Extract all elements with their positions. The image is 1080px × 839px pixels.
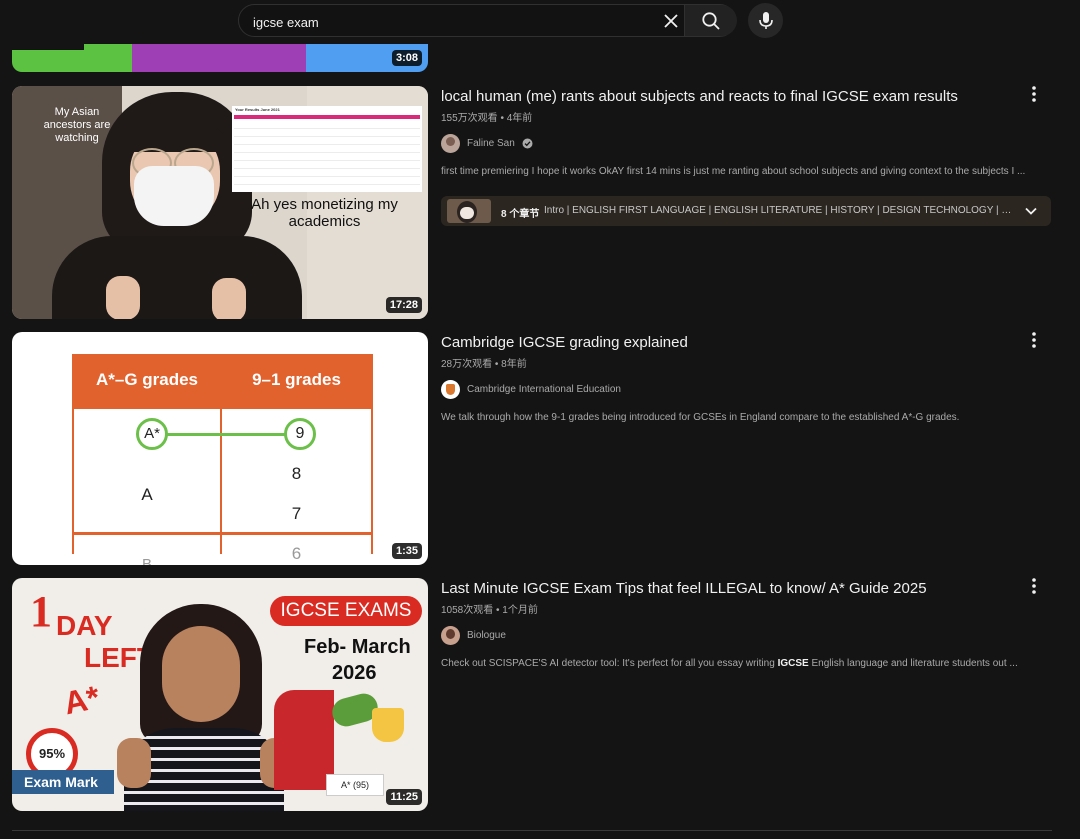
grade-9: 9 bbox=[284, 418, 316, 450]
grade-6: 6 bbox=[291, 544, 302, 563]
video-meta: 28万次观看 • 8年前 bbox=[441, 359, 527, 370]
thumb-caption: My Asian ancestors are watching bbox=[43, 106, 111, 144]
video-title[interactable]: local human (me) rants about subjects an… bbox=[441, 88, 958, 105]
search-box[interactable] bbox=[238, 4, 737, 37]
channel-row[interactable]: Biologue bbox=[441, 625, 506, 645]
video-thumbnail[interactable]: A*–G grades 9–1 grades A* 9 A 8 7 6 B 1:… bbox=[12, 332, 428, 565]
chapters-bar[interactable]: 8 个章节 Intro | ENGLISH FIRST LANGUAGE | E… bbox=[441, 196, 1051, 226]
voice-search-button[interactable] bbox=[748, 3, 783, 38]
thumb-caption: Ah yes monetizing my academics bbox=[251, 196, 398, 230]
video-duration: 11:25 bbox=[386, 789, 422, 805]
video-meta: 155万次观看 • 4年前 bbox=[441, 113, 533, 124]
chapter-count: 8 个章节 bbox=[501, 209, 540, 220]
video-duration: 17:28 bbox=[385, 297, 422, 313]
exam-mark-label: Exam Mark bbox=[12, 770, 114, 794]
search-input[interactable] bbox=[251, 11, 655, 33]
channel-row[interactable]: Cambridge International Education bbox=[441, 379, 621, 399]
thumb-a-star: A* bbox=[60, 678, 103, 722]
search-button[interactable] bbox=[684, 5, 737, 36]
chevron-down-icon[interactable] bbox=[1023, 203, 1039, 219]
channel-row[interactable]: Faline San bbox=[441, 133, 533, 153]
avatar[interactable] bbox=[441, 379, 460, 399]
grade-7: 7 bbox=[291, 504, 302, 523]
more-vert-icon[interactable] bbox=[1026, 576, 1042, 596]
column-header: 9–1 grades bbox=[252, 370, 341, 389]
divider bbox=[12, 830, 1052, 831]
flask-illustration bbox=[372, 708, 404, 742]
video-description: first time premiering I hope it works Ok… bbox=[441, 166, 1026, 177]
person-face bbox=[162, 626, 240, 722]
more-vert-icon[interactable] bbox=[1026, 330, 1042, 350]
banner-label: IGCSE EXAMS bbox=[270, 596, 422, 626]
results-sheet: Your Results June 2021 bbox=[232, 106, 422, 192]
grade-a-star: A* bbox=[136, 418, 168, 450]
chapter-thumbnail bbox=[447, 199, 491, 223]
grades-table: A*–G grades 9–1 grades A* 9 A 8 7 6 B bbox=[72, 354, 373, 565]
grade-card: A* (95) bbox=[326, 774, 384, 796]
video-title[interactable]: Cambridge IGCSE grading explained bbox=[441, 334, 688, 351]
video-thumbnail[interactable]: 1 DAY LEFT A* 95% Exam Mark IGCSE EXAMS … bbox=[12, 578, 428, 811]
avatar[interactable] bbox=[441, 625, 460, 645]
video-description: Check out SCISPACE'S AI detector tool: I… bbox=[441, 658, 1018, 669]
thumb-text-one: 1 bbox=[30, 587, 52, 636]
grade-b: B bbox=[141, 556, 152, 565]
chapter-list: Intro | ENGLISH FIRST LANGUAGE | ENGLISH… bbox=[544, 205, 1014, 216]
thumbs-up-hand bbox=[117, 738, 151, 788]
grade-a: A bbox=[141, 485, 153, 504]
close-icon bbox=[664, 14, 678, 28]
thumb-color-block bbox=[132, 44, 306, 72]
avatar[interactable] bbox=[441, 133, 460, 153]
description-highlight: IGCSE bbox=[777, 658, 809, 669]
clear-search-button[interactable] bbox=[661, 11, 681, 31]
face-mask bbox=[134, 166, 214, 226]
channel-name[interactable]: Cambridge International Education bbox=[467, 384, 621, 395]
video-thumbnail[interactable]: My Asian ancestors are watching Your Res… bbox=[12, 86, 428, 319]
thumb-text-day: DAY bbox=[56, 610, 113, 641]
mic-icon bbox=[759, 12, 773, 29]
more-vert-icon[interactable] bbox=[1026, 84, 1042, 104]
grade-8: 8 bbox=[291, 464, 302, 483]
channel-name[interactable]: Biologue bbox=[467, 630, 506, 641]
video-meta: 1058次观看 • 1个月前 bbox=[441, 605, 538, 616]
person-body bbox=[52, 236, 302, 319]
column-header: A*–G grades bbox=[95, 370, 199, 389]
verified-icon bbox=[522, 138, 533, 148]
video-thumbnail-partial[interactable]: 3:08 bbox=[12, 44, 428, 72]
channel-name[interactable]: Faline San bbox=[467, 138, 515, 149]
video-title[interactable]: Last Minute IGCSE Exam Tips that feel IL… bbox=[441, 580, 927, 597]
video-duration: 3:08 bbox=[391, 50, 422, 66]
thumb-months: Feb- March bbox=[304, 636, 411, 658]
search-icon bbox=[702, 12, 720, 30]
video-duration: 1:35 bbox=[391, 543, 422, 559]
video-description: We talk through how the 9-1 grades being… bbox=[441, 412, 960, 423]
thumb-year: 2026 bbox=[332, 662, 377, 684]
